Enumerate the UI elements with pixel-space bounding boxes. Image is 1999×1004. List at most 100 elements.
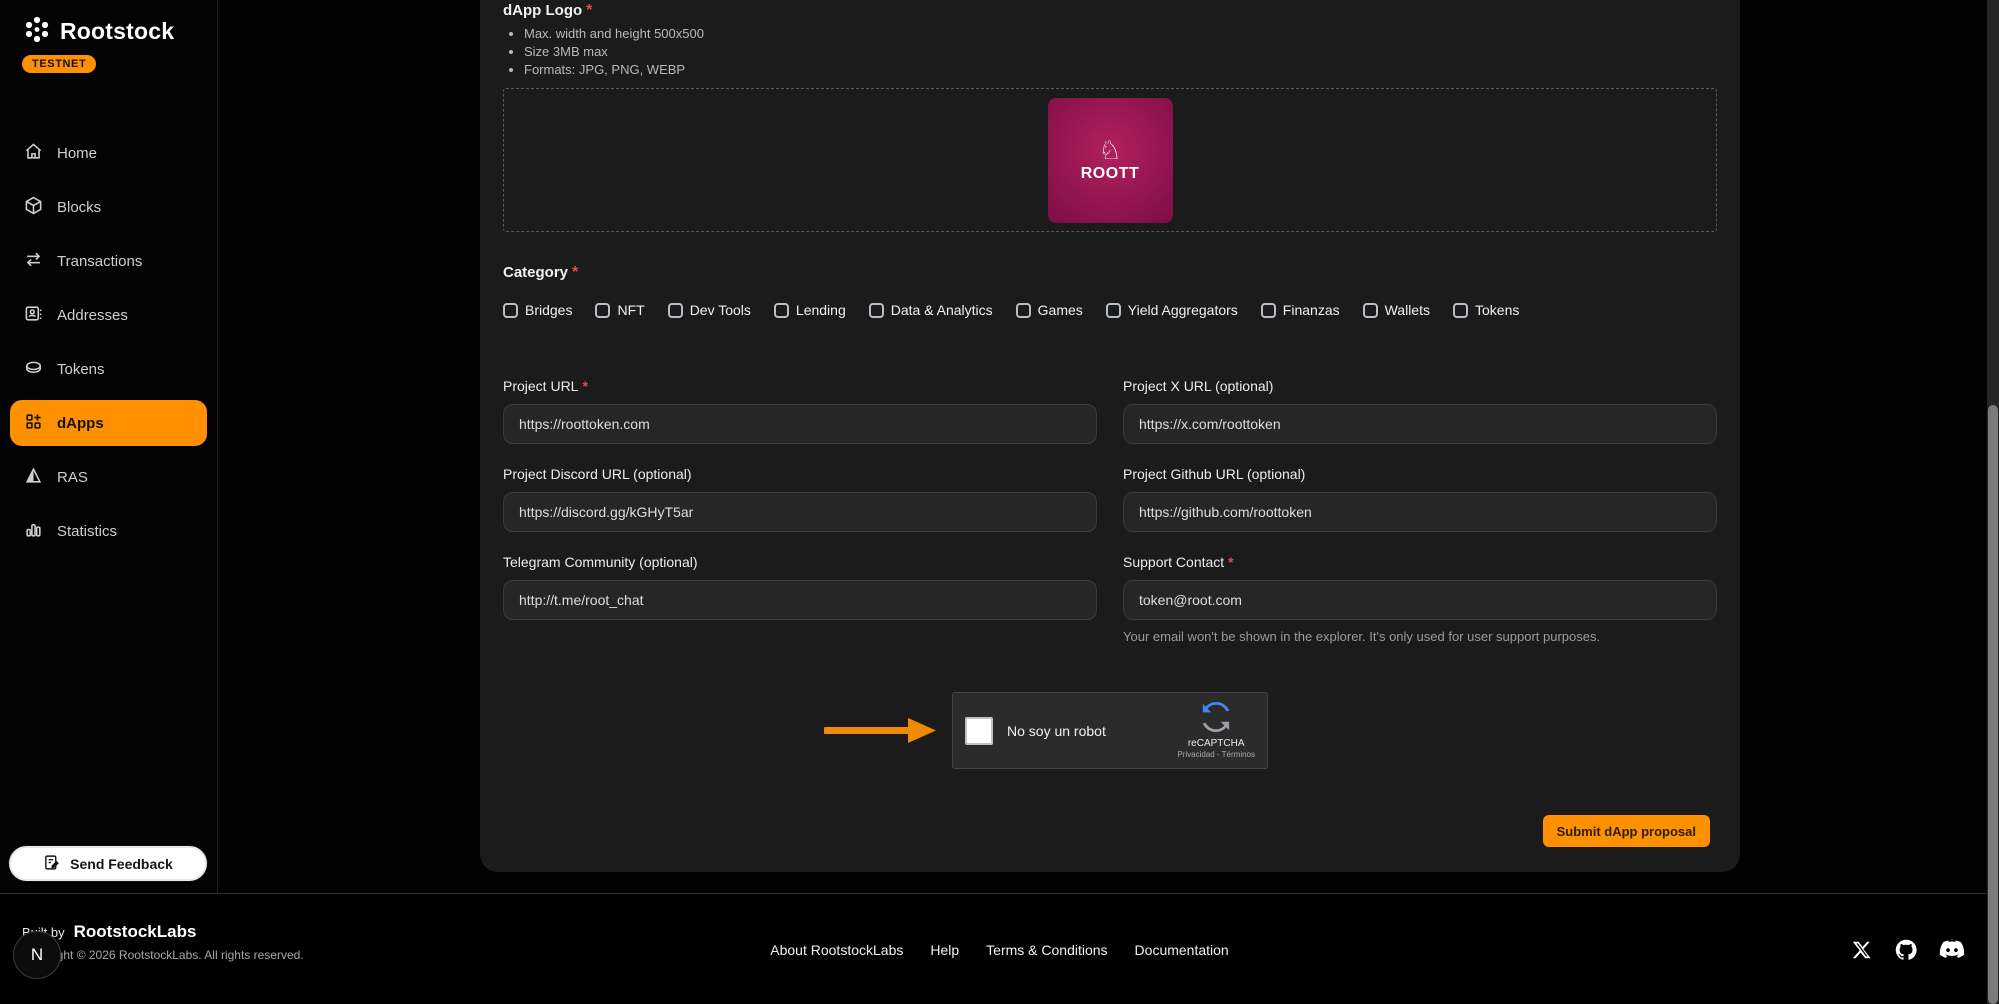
footer: Built by RootstockLabs Copyright © 2026 … — [0, 893, 1999, 1004]
rootstock-logo-icon — [22, 14, 52, 49]
telegram-field-group: Telegram Community (optional) — [503, 554, 1097, 644]
checkbox — [595, 303, 610, 318]
sidebar-item-addresses[interactable]: Addresses — [10, 292, 207, 338]
x-url-label: Project X URL (optional) — [1123, 378, 1717, 394]
form-fields-grid: Project URL* Project X URL (optional) Pr… — [503, 378, 1717, 644]
logo-rule: Max. width and height 500x500 — [524, 26, 704, 41]
support-contact-field-group: Support Contact* Your email won't be sho… — [1123, 554, 1717, 644]
submit-dapp-proposal-button[interactable]: Submit dApp proposal — [1543, 815, 1710, 847]
sidebar: Rootstock TESTNET Home Blocks Transactio… — [0, 0, 218, 893]
footer-brand-name[interactable]: RootstockLabs — [74, 922, 197, 942]
sidebar-item-label: RAS — [57, 469, 88, 486]
sidebar-item-home[interactable]: Home — [10, 130, 207, 176]
home-icon — [24, 142, 43, 165]
project-url-input[interactable] — [503, 404, 1097, 444]
sidebar-item-label: Addresses — [57, 307, 128, 324]
discord-icon[interactable] — [1939, 940, 1965, 965]
telegram-input[interactable] — [503, 580, 1097, 620]
logo-rule: Formats: JPG, PNG, WEBP — [524, 62, 704, 77]
checkbox — [503, 303, 518, 318]
category-option-games[interactable]: Games — [1016, 302, 1083, 318]
recaptcha-checkbox[interactable] — [965, 717, 993, 745]
checkbox — [1016, 303, 1031, 318]
brand-name: Rootstock — [60, 18, 174, 45]
discord-url-field-group: Project Discord URL (optional) — [503, 466, 1097, 532]
footer-social-icons — [1851, 938, 1965, 967]
logo-rules-list: Max. width and height 500x500 Size 3MB m… — [510, 26, 704, 80]
sidebar-item-label: Transactions — [57, 253, 142, 270]
sidebar-item-label: Blocks — [57, 199, 101, 216]
checkbox — [1106, 303, 1121, 318]
x-url-field-group: Project X URL (optional) — [1123, 378, 1717, 444]
sidebar-item-tokens[interactable]: Tokens — [10, 346, 207, 392]
dapps-grid-icon — [24, 412, 43, 435]
required-asterisk: * — [1228, 554, 1233, 570]
sidebar-item-ras[interactable]: RAS — [10, 454, 207, 500]
github-url-field-group: Project Github URL (optional) — [1123, 466, 1717, 532]
dapp-logo-preview[interactable]: ♘ ROOTT — [1048, 98, 1173, 223]
coin-icon — [24, 358, 43, 381]
footer-links: About RootstockLabs Help Terms & Conditi… — [770, 942, 1228, 958]
contact-card-icon — [24, 304, 43, 327]
brand[interactable]: Rootstock TESTNET — [22, 14, 174, 73]
recaptcha-logo-icon — [1201, 702, 1231, 737]
support-helper-text: Your email won't be shown in the explore… — [1123, 629, 1717, 644]
sidebar-item-blocks[interactable]: Blocks — [10, 184, 207, 230]
category-option-bridges[interactable]: Bridges — [503, 302, 572, 318]
checkbox — [668, 303, 683, 318]
github-icon[interactable] — [1894, 938, 1918, 967]
project-url-label: Project URL* — [503, 378, 1097, 394]
footer-brand-block: Built by RootstockLabs Copyright © 2026 … — [22, 922, 304, 962]
recaptcha-label: No soy un robot — [1007, 723, 1177, 739]
category-option-tokens[interactable]: Tokens — [1453, 302, 1519, 318]
orange-pointer-arrow-icon — [822, 710, 940, 755]
logo-upload-dropzone[interactable]: ♘ ROOTT — [503, 88, 1717, 232]
category-option-data-analytics[interactable]: Data & Analytics — [869, 302, 993, 318]
knight-icon: ♘ — [1098, 137, 1121, 163]
github-url-input[interactable] — [1123, 492, 1717, 532]
sidebar-item-statistics[interactable]: Statistics — [10, 508, 207, 554]
recaptcha-name: reCAPTCHA — [1188, 738, 1245, 749]
recaptcha-widget: No soy un robot reCAPTCHA Privacidad - T… — [952, 692, 1268, 769]
footer-link-documentation[interactable]: Documentation — [1135, 942, 1229, 958]
transfer-arrows-icon — [24, 250, 43, 273]
discord-url-label: Project Discord URL (optional) — [503, 466, 1097, 482]
category-option-wallets[interactable]: Wallets — [1363, 302, 1430, 318]
sidebar-item-label: Statistics — [57, 523, 117, 540]
footer-link-terms[interactable]: Terms & Conditions — [986, 942, 1107, 958]
dapp-logo-section-label: dApp Logo* — [503, 2, 592, 20]
checkbox — [1453, 303, 1468, 318]
category-section-label: Category* — [503, 264, 578, 282]
recaptcha-legal-links[interactable]: Privacidad - Términos — [1177, 750, 1255, 759]
category-option-dev-tools[interactable]: Dev Tools — [668, 302, 751, 318]
footer-link-about[interactable]: About RootstockLabs — [770, 942, 903, 958]
floating-widget-n[interactable]: N — [13, 931, 61, 979]
sidebar-nav: Home Blocks Transactions Addresses Token… — [0, 122, 217, 562]
checkbox — [869, 303, 884, 318]
category-option-nft[interactable]: NFT — [595, 302, 644, 318]
sidebar-item-label: Tokens — [57, 361, 105, 378]
support-contact-input[interactable] — [1123, 580, 1717, 620]
scrollbar-thumb[interactable] — [1988, 405, 1998, 1004]
telegram-label: Telegram Community (optional) — [503, 554, 1097, 570]
footer-link-help[interactable]: Help — [930, 942, 959, 958]
mountain-icon — [24, 466, 43, 489]
checkbox — [1363, 303, 1378, 318]
x-url-input[interactable] — [1123, 404, 1717, 444]
category-options: Bridges NFT Dev Tools Lending Data & Ana… — [503, 302, 1519, 318]
sidebar-item-dapps[interactable]: dApps — [10, 400, 207, 446]
bar-chart-icon — [24, 520, 43, 543]
discord-url-input[interactable] — [503, 492, 1097, 532]
send-feedback-button[interactable]: Send Feedback — [8, 845, 208, 882]
sidebar-item-label: Home — [57, 145, 97, 162]
checkbox — [1261, 303, 1276, 318]
category-option-yield-aggregators[interactable]: Yield Aggregators — [1106, 302, 1238, 318]
x-twitter-icon[interactable] — [1851, 939, 1873, 966]
support-contact-label: Support Contact* — [1123, 554, 1717, 570]
required-asterisk: * — [586, 2, 592, 19]
category-option-finanzas[interactable]: Finanzas — [1261, 302, 1340, 318]
project-url-field-group: Project URL* — [503, 378, 1097, 444]
sidebar-item-transactions[interactable]: Transactions — [10, 238, 207, 284]
github-url-label: Project Github URL (optional) — [1123, 466, 1717, 482]
category-option-lending[interactable]: Lending — [774, 302, 846, 318]
